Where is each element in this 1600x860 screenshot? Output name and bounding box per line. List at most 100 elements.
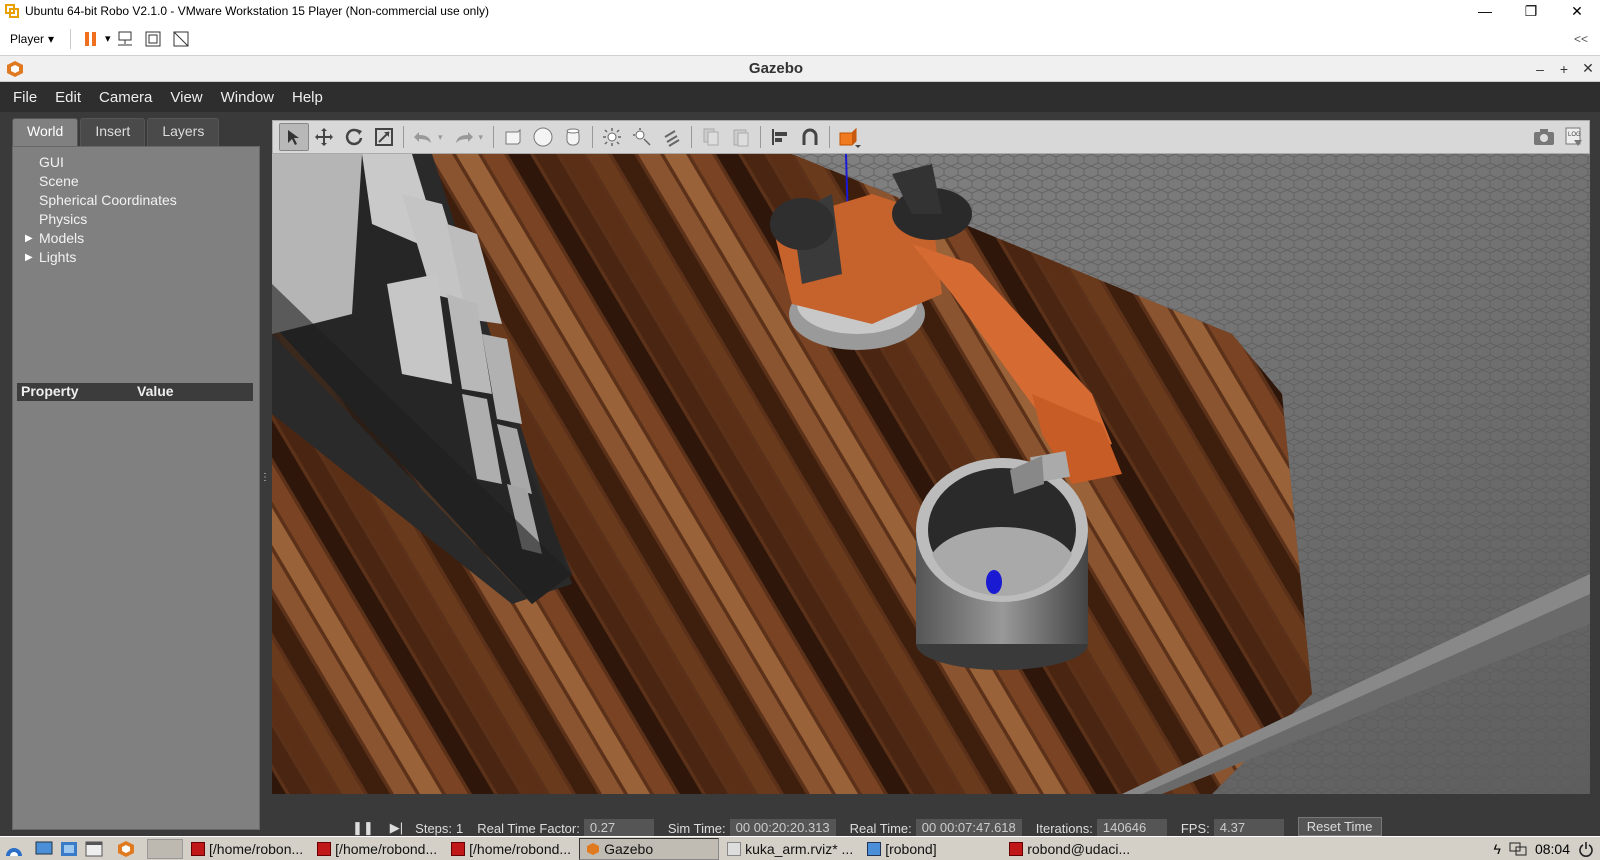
translate-icon [315, 128, 333, 146]
task-label: [/home/robond... [335, 840, 438, 857]
tab-layers[interactable]: Layers [147, 118, 220, 146]
select-mode-button[interactable] [279, 123, 309, 151]
insert-cylinder-button[interactable] [558, 123, 588, 151]
tree-item-spherical-coordinates[interactable]: Spherical Coordinates [13, 191, 259, 210]
tree-item-physics[interactable]: Physics [13, 210, 259, 229]
restore-button[interactable]: ❐ [1508, 0, 1554, 22]
fit-guest-button[interactable] [139, 25, 167, 53]
world-tree: GUI Scene Spherical Coordinates Physics … [12, 146, 260, 830]
play-pause-button[interactable]: ❚❚ [352, 820, 374, 836]
panel-splitter-handle[interactable]: ⋮ [260, 472, 270, 486]
iterations-label: Iterations: [1035, 821, 1093, 836]
snap-button[interactable] [795, 123, 825, 151]
power-icon[interactable]: ϟ [1494, 841, 1501, 857]
file-manager-launcher[interactable] [58, 839, 80, 859]
window-list-launcher[interactable] [83, 839, 105, 859]
minimize-button[interactable]: — [1462, 0, 1508, 22]
screenshot-button[interactable] [1529, 123, 1559, 151]
collapse-toolbar-button[interactable]: << [1574, 32, 1600, 46]
view-angle-button[interactable] [834, 123, 864, 151]
menu-edit[interactable]: Edit [46, 89, 90, 106]
send-ctrl-alt-del-button[interactable] [111, 25, 139, 53]
tab-world[interactable]: World [12, 118, 79, 146]
steps-value[interactable]: 1 [456, 821, 463, 836]
task-button-folder[interactable]: [robond] [861, 838, 1001, 860]
close-button[interactable]: ✕ [1554, 0, 1600, 22]
copy-button[interactable] [696, 123, 726, 151]
property-column-header[interactable]: Property [17, 383, 133, 401]
gazebo-close-button[interactable]: ✕ [1576, 60, 1600, 77]
scale-mode-button[interactable] [369, 123, 399, 151]
task-button-rviz[interactable]: kuka_arm.rviz* ... [721, 838, 859, 860]
player-menu[interactable]: Player ▾ [0, 32, 64, 46]
value-column-header[interactable]: Value [133, 383, 174, 401]
task-button-terminal-2[interactable]: [/home/robond... [311, 838, 443, 860]
reset-time-button[interactable]: Reset Time [1297, 817, 1382, 836]
clock[interactable]: 08:04 [1535, 841, 1570, 857]
steps-label: Steps: [415, 821, 453, 836]
display-icon[interactable] [1509, 841, 1527, 857]
target-cylinder [986, 570, 1002, 594]
menu-help[interactable]: Help [283, 89, 332, 106]
chevron-down-icon: ▾ [48, 31, 55, 46]
menu-window[interactable]: Window [212, 89, 283, 106]
directional-light-button[interactable] [657, 123, 687, 151]
tree-item-scene[interactable]: Scene [13, 172, 259, 191]
translate-mode-button[interactable] [309, 123, 339, 151]
tree-item-gui[interactable]: GUI [13, 153, 259, 172]
left-panel: World Insert Layers GUI Scene Spherical … [8, 118, 260, 830]
spot-light-button[interactable] [627, 123, 657, 151]
tree-item-models[interactable]: ▶ Models [13, 229, 259, 248]
scene-render [272, 154, 1590, 794]
taskbar: [/home/robon... [/home/robond... [/home/… [0, 836, 1600, 860]
toolbar-divider [493, 126, 495, 148]
menu-camera[interactable]: Camera [90, 89, 161, 106]
rviz-icon [727, 841, 742, 856]
point-light-button[interactable] [597, 123, 627, 151]
fps-value: 4.37 [1213, 819, 1284, 836]
insert-sphere-button[interactable] [528, 123, 558, 151]
tree-item-lights[interactable]: ▶ Lights [13, 248, 259, 267]
file-manager-icon [61, 841, 77, 856]
undo-button[interactable] [408, 123, 438, 151]
toolbar-divider [760, 126, 762, 148]
gazebo-launcher[interactable] [115, 839, 137, 859]
task-label: robond@udaci... [1027, 840, 1131, 857]
align-button[interactable] [765, 123, 795, 151]
redo-history-dropdown-icon[interactable]: ▾ [479, 132, 484, 143]
terminal-icon [451, 841, 466, 856]
step-button[interactable]: ▶| [390, 820, 403, 836]
log-button[interactable]: LOG [1559, 123, 1589, 151]
gazebo-minimize-button[interactable]: – [1528, 61, 1552, 77]
start-menu-button[interactable] [3, 839, 25, 859]
insert-box-button[interactable] [498, 123, 528, 151]
pause-button[interactable] [77, 25, 105, 53]
simulation-status-bar: ❚❚ ▶| Steps: 1 Real Time Factor: 0.27 Si… [272, 794, 1590, 836]
redo-button[interactable] [449, 123, 479, 151]
shutdown-icon[interactable] [1578, 841, 1594, 857]
task-button-terminal-1[interactable]: [/home/robon... [185, 838, 309, 860]
task-button-gazebo[interactable]: Gazebo [579, 837, 720, 860]
expand-arrow-icon[interactable]: ▶ [25, 229, 33, 248]
undo-history-dropdown-icon[interactable]: ▾ [438, 132, 443, 143]
gazebo-maximize-button[interactable]: + [1552, 61, 1576, 77]
unity-button[interactable] [167, 25, 195, 53]
workspace-switcher[interactable] [147, 838, 183, 859]
start-menu-icon [6, 847, 22, 856]
gazebo-window-title: Gazebo [748, 60, 804, 77]
tree-item-label: Scene [39, 173, 79, 189]
menu-file[interactable]: File [4, 89, 46, 106]
menu-view[interactable]: View [161, 89, 211, 106]
fps-field: FPS: 4.37 [1181, 812, 1284, 836]
tab-insert[interactable]: Insert [80, 118, 146, 146]
paste-button[interactable] [726, 123, 756, 151]
3d-viewport[interactable] [272, 154, 1590, 794]
task-button-terminal-3[interactable]: [/home/robond... [445, 838, 577, 860]
tree-item-label: GUI [39, 154, 64, 170]
terminal-icon [317, 841, 332, 856]
rotate-mode-button[interactable] [339, 123, 369, 151]
gazebo-icon [587, 842, 600, 855]
expand-arrow-icon[interactable]: ▶ [25, 248, 33, 267]
task-button-terminal-4[interactable]: robond@udaci... [1003, 838, 1136, 860]
show-desktop-button[interactable] [33, 839, 55, 859]
